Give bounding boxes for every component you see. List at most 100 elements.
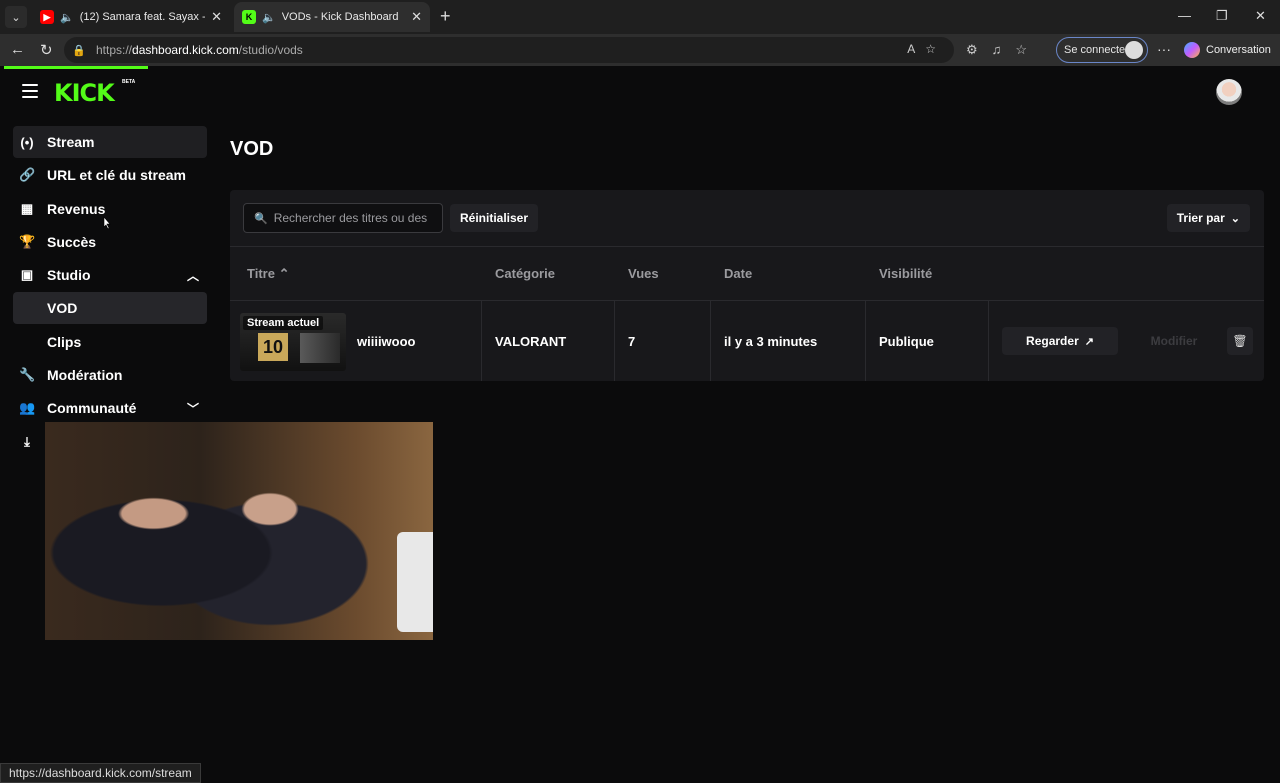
tab-list-button[interactable]: ⌄ [5, 6, 27, 28]
sidebar-item-clips[interactable]: Clips [13, 326, 207, 358]
youtube-icon: ▶ [40, 10, 54, 24]
browser-tab-kick[interactable]: K 🔈 VODs - Kick Dashboard ✕ [234, 2, 430, 32]
link-status-bar: https://dashboard.kick.com/stream [0, 763, 201, 783]
new-tab-button[interactable]: + [440, 6, 451, 27]
studio-icon: ▣ [20, 267, 34, 283]
kick-logo[interactable]: KICK [54, 79, 115, 107]
column-header-category: Catégorie [495, 266, 555, 281]
profile-avatar-icon [1125, 41, 1143, 59]
column-header-title[interactable]: Titre ⌃ [247, 266, 289, 282]
column-divider [865, 301, 866, 381]
vod-date: il y a 3 minutes [724, 333, 818, 349]
external-link-icon: ↗ [1084, 335, 1094, 348]
close-window-icon[interactable]: ✕ [1255, 8, 1266, 24]
copilot-label: Conversation [1206, 44, 1271, 56]
chevron-down-icon: ⌄ [11, 11, 21, 24]
url-path: /studio/vods [238, 43, 303, 57]
restore-icon[interactable]: ❐ [1216, 8, 1228, 24]
url-scheme: https:// [96, 43, 133, 57]
close-tab-icon[interactable]: ✕ [411, 9, 422, 25]
thumbnail-graphic [300, 333, 340, 363]
chevron-up-icon: ︿ [186, 269, 199, 284]
filter-bar: 🔍 Réinitialiser Trier par ⌄ [230, 190, 1264, 247]
column-divider [710, 301, 711, 381]
menu-icon[interactable] [22, 84, 38, 102]
speaker-icon: 🔈 [262, 11, 276, 24]
refresh-icon[interactable]: ↻ [40, 41, 53, 59]
read-aloud-and-favorite-icons[interactable]: A☆ [907, 42, 946, 56]
loading-bar [4, 66, 148, 69]
download-icon: ⤓ [24, 433, 30, 449]
sidebar-item-label: Succès [47, 233, 97, 250]
lock-icon: 🔒 [72, 44, 86, 57]
sidebar-item-stream-key[interactable]: 🔗 URL et clé du stream [13, 159, 207, 191]
kick-favicon-icon: K [242, 10, 256, 24]
chevron-down-icon: ⌄ [1230, 212, 1240, 225]
copilot-button[interactable]: Conversation [1184, 42, 1271, 58]
search-field[interactable]: 🔍 [243, 203, 443, 233]
search-icon: 🔍 [254, 212, 268, 225]
minimize-icon[interactable]: — [1178, 8, 1191, 23]
address-bar[interactable]: 🔒 https://dashboard.kick.com/studio/vods… [64, 37, 954, 63]
trophy-icon: 🏆 [19, 233, 36, 249]
sidebar-item-moderation[interactable]: 🔧 Modération [13, 359, 207, 391]
page-title: VOD [230, 138, 274, 160]
more-options-icon[interactable]: ··· [1157, 41, 1171, 57]
column-label: Titre [247, 266, 275, 281]
sort-asc-icon: ⌃ [278, 266, 290, 281]
sidebar-item-studio[interactable]: ▣ Studio ︿ [13, 259, 207, 291]
sidebar-item-label: Modération [47, 367, 123, 384]
search-input[interactable] [273, 211, 434, 225]
mouse-cursor-icon [103, 216, 111, 230]
speaker-icon: 🔈 [60, 11, 74, 24]
browser-tabbar: ⌄ ▶ 🔈 (12) Samara feat. Sayax - MRI ✕ K … [0, 0, 1280, 34]
delete-button[interactable]: 🗑 [1227, 327, 1253, 355]
trash-icon: 🗑 [1232, 334, 1248, 348]
browser-tab-youtube[interactable]: ▶ 🔈 (12) Samara feat. Sayax - MRI ✕ [32, 2, 230, 32]
community-icon: 👥 [19, 400, 36, 416]
extensions-icons[interactable]: ⚙♫☆ [966, 42, 1041, 58]
edit-button[interactable]: Modifier [1124, 327, 1224, 355]
url-host: dashboard.kick.com [132, 43, 239, 57]
thumbnail-number: 10 [258, 333, 288, 361]
watch-label: Regarder [1026, 334, 1079, 348]
tab-title: (12) Samara feat. Sayax - MRI [79, 11, 205, 23]
broadcast-icon: (•) [20, 134, 34, 150]
vod-title[interactable]: wiiiiwooo [357, 301, 416, 381]
sign-in-button[interactable]: Se connecter [1056, 37, 1148, 63]
chevron-down-icon: ﹀ [186, 402, 199, 417]
column-divider [614, 301, 615, 381]
table-row: 10 Stream actuel wiiiiwooo VALORANT 7 il… [230, 301, 1264, 381]
chart-icon: ▦ [20, 200, 34, 216]
video-object [397, 532, 433, 632]
close-tab-icon[interactable]: ✕ [211, 9, 222, 25]
back-icon[interactable]: ← [10, 41, 25, 58]
browser-toolbar: ← ↻ 🔒 https://dashboard.kick.com/studio/… [0, 34, 1280, 66]
webcam-video-overlay [45, 422, 433, 640]
column-header-views: Vues [628, 266, 659, 281]
watch-button[interactable]: Regarder ↗ [1002, 327, 1118, 355]
sort-button[interactable]: Trier par ⌄ [1166, 204, 1250, 232]
sidebar-item-stream[interactable]: (•) Stream [13, 126, 207, 158]
column-divider [988, 301, 989, 381]
vod-views: 7 [628, 333, 636, 349]
column-header-date: Date [724, 266, 753, 281]
sidebar-item-community[interactable]: 👥 Communauté ﹀ [13, 392, 207, 424]
live-badge: Stream actuel [243, 316, 324, 330]
vod-visibility: Publique [879, 333, 934, 349]
sign-in-label: Se connecter [1064, 44, 1129, 56]
user-avatar[interactable] [1216, 79, 1242, 105]
sort-label: Trier par [1176, 211, 1225, 225]
vod-category: VALORANT [495, 333, 567, 349]
reset-button[interactable]: Réinitialiser [450, 204, 539, 232]
sidebar-item-vod[interactable]: VOD [13, 292, 207, 325]
sidebar-item-achievements[interactable]: 🏆 Succès [13, 226, 207, 258]
sidebar-item-label: VOD [47, 300, 78, 317]
column-divider [481, 301, 482, 381]
sidebar-item-label: Clips [47, 333, 82, 350]
copilot-icon [1184, 42, 1200, 58]
sidebar-item-label: Communauté [47, 400, 137, 417]
vod-thumbnail[interactable]: 10 Stream actuel [240, 313, 346, 371]
sidebar-item-label: Stream [47, 134, 95, 150]
link-icon: 🔗 [19, 167, 36, 183]
